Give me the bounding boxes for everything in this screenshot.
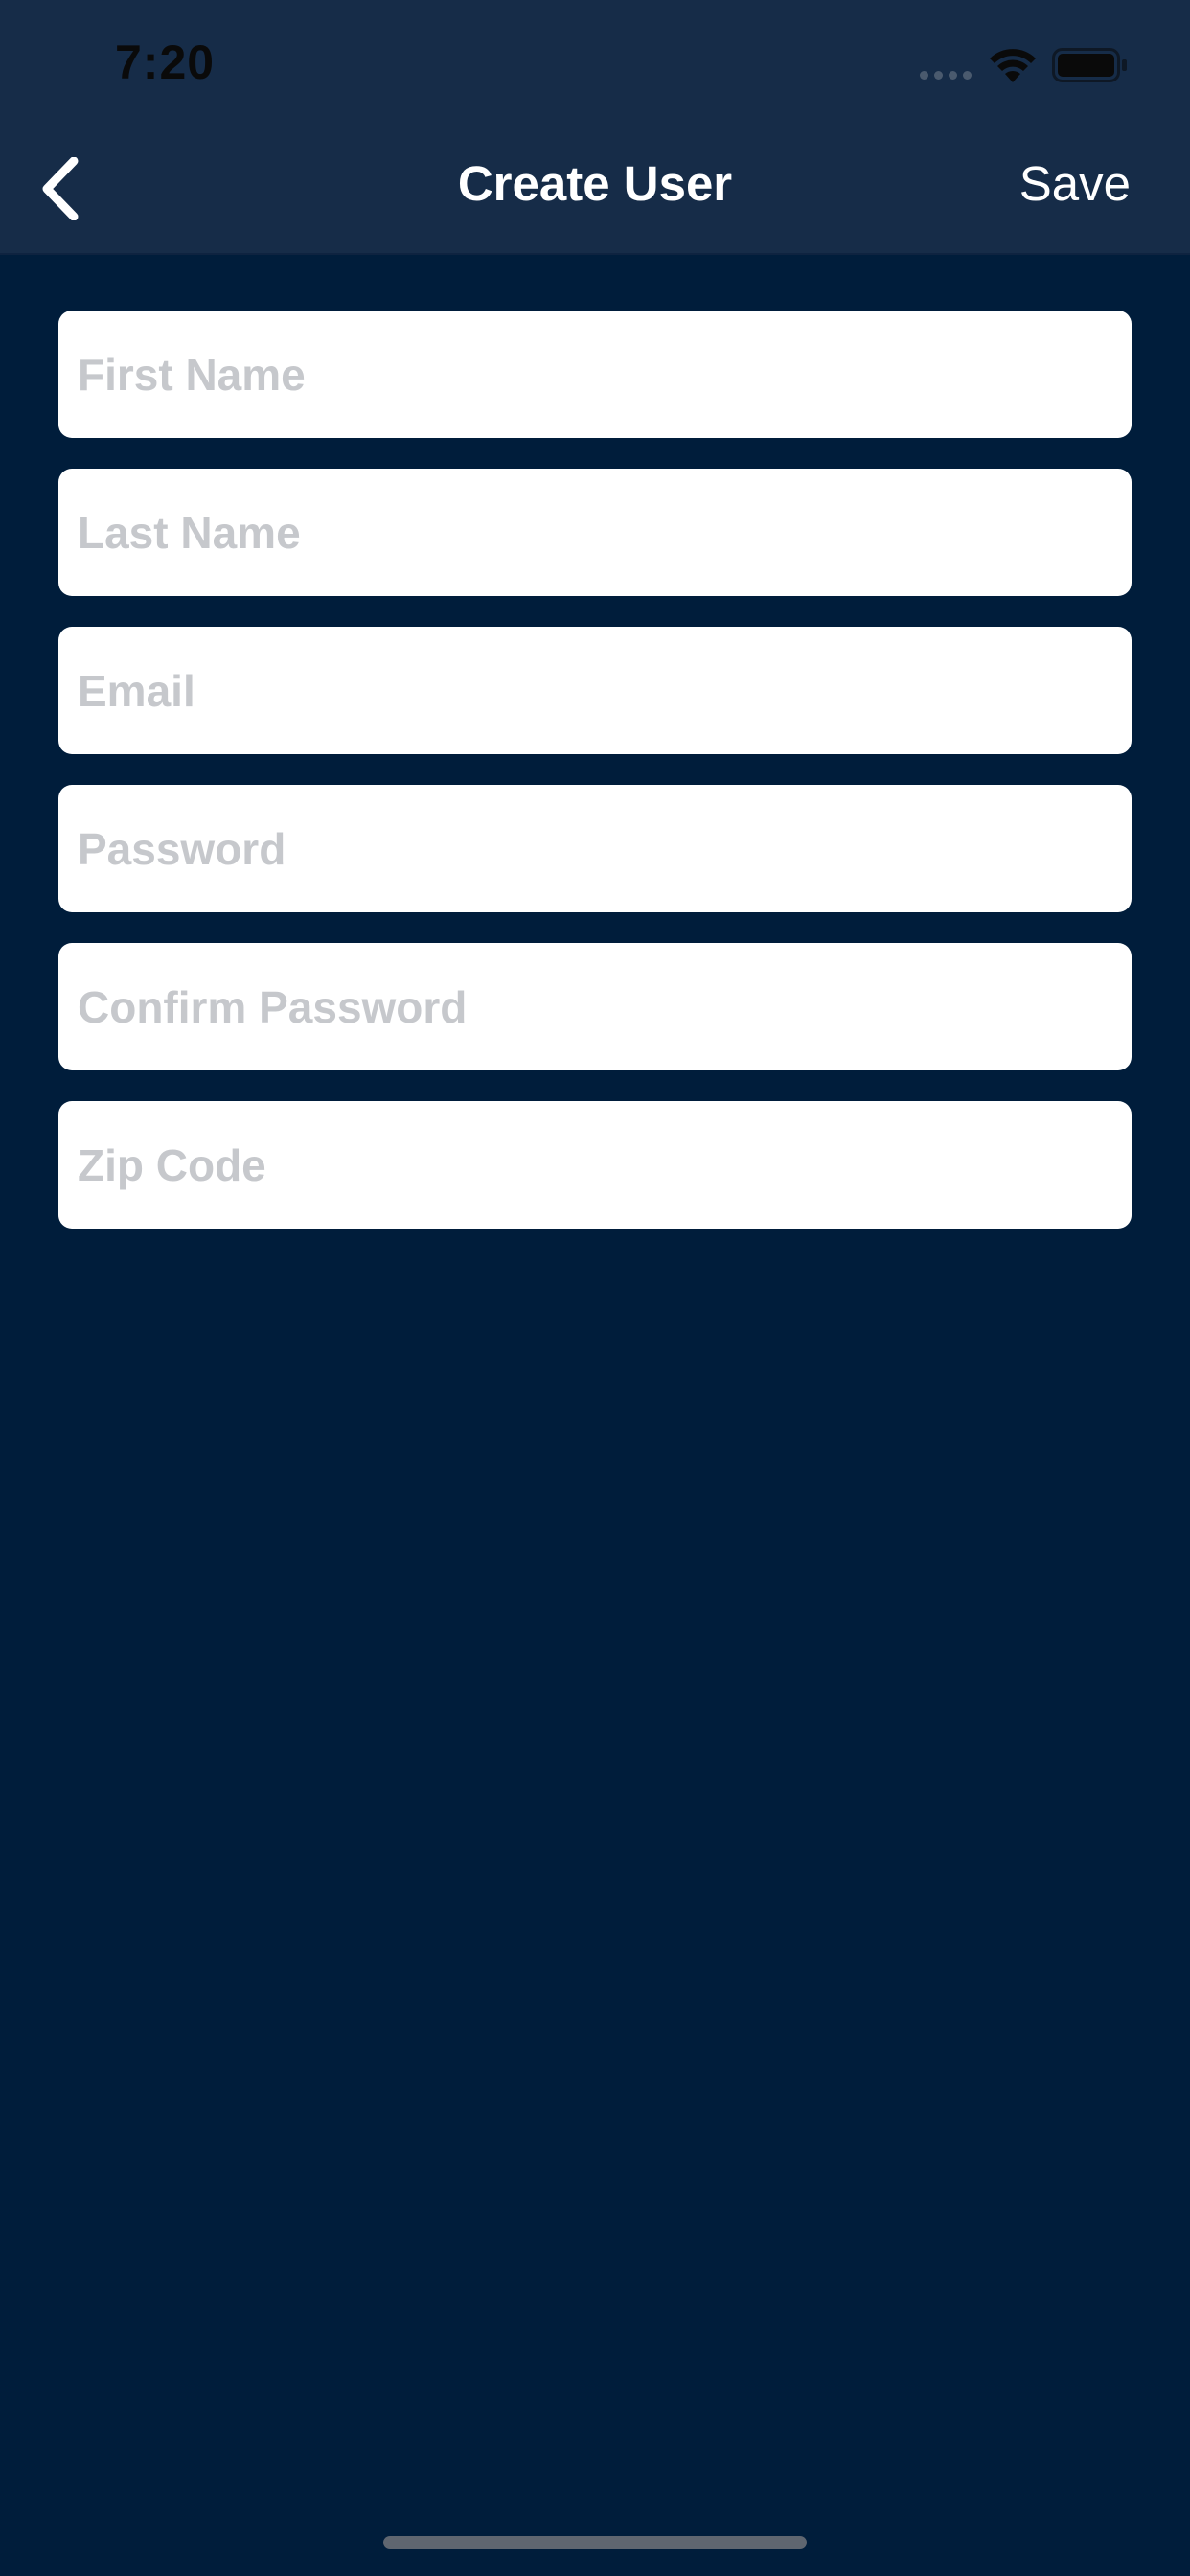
- password-field[interactable]: [58, 785, 1132, 912]
- wifi-icon: [990, 49, 1036, 82]
- zip-code-field[interactable]: [58, 1101, 1132, 1229]
- email-field[interactable]: [58, 627, 1132, 754]
- confirm-password-field[interactable]: [58, 943, 1132, 1070]
- page-title: Create User: [457, 156, 733, 211]
- create-user-screen: 7:20 Create User Save: [0, 0, 1190, 2576]
- first-name-field[interactable]: [58, 310, 1132, 438]
- cellular-signal-icon: [920, 71, 972, 80]
- chevron-left-icon: [42, 157, 79, 220]
- navigation-bar: Create User Save: [0, 126, 1190, 255]
- battery-icon: [1052, 48, 1127, 82]
- create-user-form: [58, 310, 1132, 1259]
- back-button[interactable]: [27, 155, 94, 222]
- status-bar: 7:20: [0, 0, 1190, 126]
- status-time: 7:20: [115, 35, 216, 89]
- home-indicator[interactable]: [383, 2536, 807, 2549]
- save-button[interactable]: Save: [1019, 155, 1131, 212]
- last-name-field[interactable]: [58, 469, 1132, 596]
